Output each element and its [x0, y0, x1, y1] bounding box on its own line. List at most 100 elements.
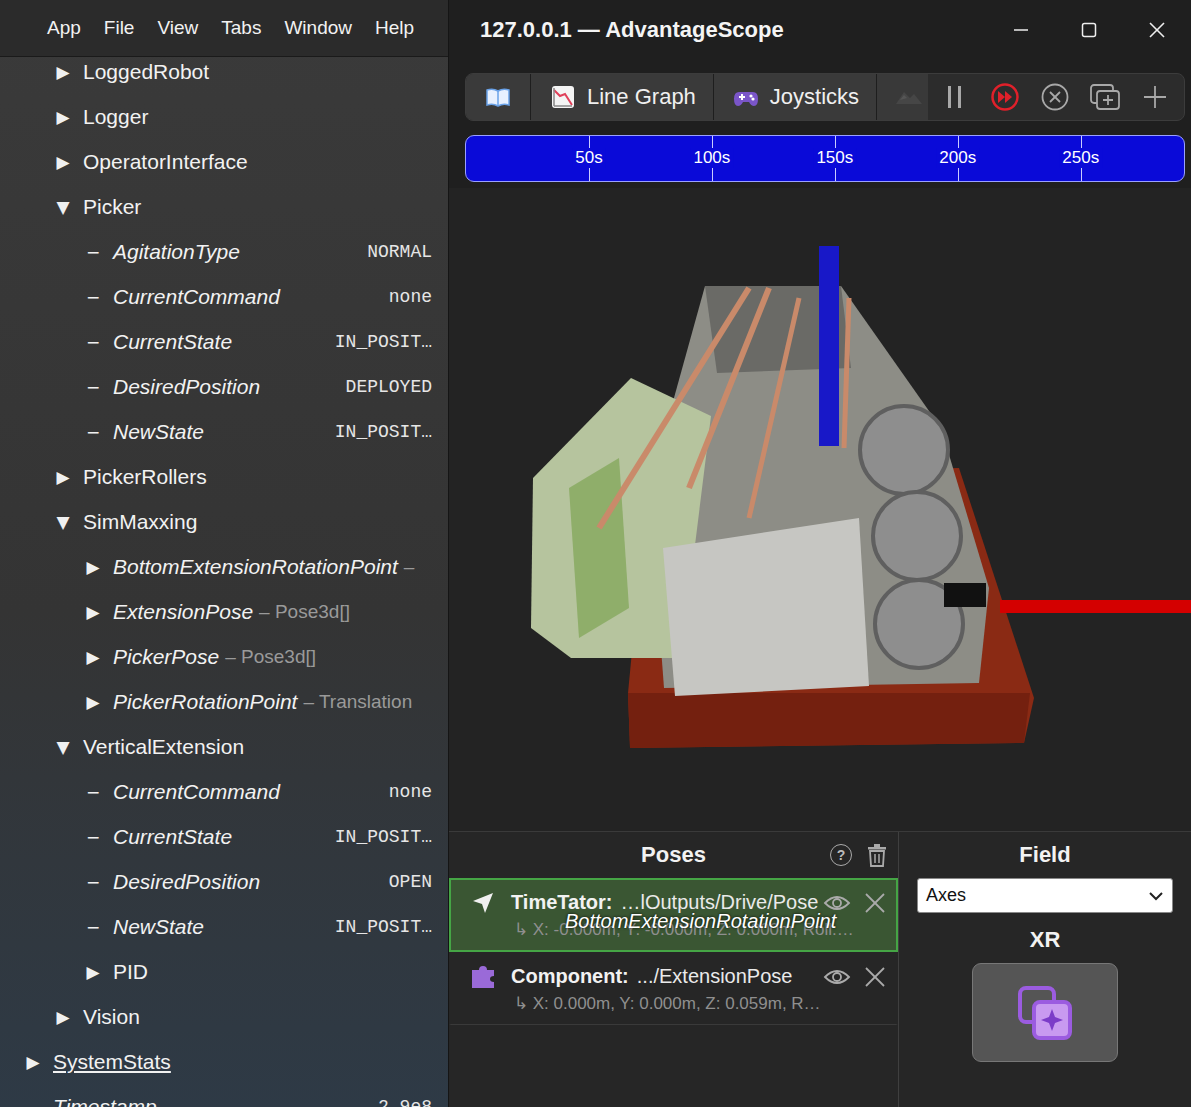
field-marker[interactable]: −	[80, 917, 106, 937]
xr-button[interactable]	[972, 963, 1118, 1062]
expand-toggle[interactable]: ▶	[50, 1007, 76, 1027]
tree-row[interactable]: −NewStateIN_POSIT…	[0, 904, 448, 949]
pose-row[interactable]: Component:.../ExtensionPose↳ X: 0.000m, …	[449, 952, 898, 1025]
tree-row[interactable]: ▶ PickerRollers	[0, 454, 448, 499]
tree-row[interactable]: −CurrentStateIN_POSIT…	[0, 319, 448, 364]
expand-toggle[interactable]: ▶	[80, 602, 106, 622]
field-marker[interactable]: −	[80, 827, 106, 847]
close-icon[interactable]	[1034, 77, 1076, 117]
expand-toggle[interactable]: ▶	[50, 107, 76, 127]
field-marker[interactable]: −	[80, 872, 106, 892]
expand-toggle[interactable]: ▶	[50, 467, 76, 487]
tree-row[interactable]: ▶ PID	[0, 949, 448, 994]
menu-item[interactable]: Tabs	[221, 17, 261, 39]
trash-icon[interactable]	[866, 843, 888, 867]
tree-row[interactable]: ▶ SystemStats	[0, 1039, 448, 1084]
tree-row[interactable]: ▼VerticalExtension	[0, 724, 448, 769]
tree-row[interactable]: ▶PickerPose– Pose3d[]	[0, 634, 448, 679]
tree-row[interactable]: −DesiredPosition DEPLOYED	[0, 364, 448, 409]
tree-row[interactable]: ▼SimMaxxing	[0, 499, 448, 544]
expand-toggle[interactable]: ▶	[80, 962, 106, 982]
menu-item[interactable]: View	[157, 17, 198, 39]
field-marker[interactable]: −	[80, 332, 106, 352]
remove-icon[interactable]	[860, 891, 890, 915]
timeline[interactable]: 50s100s150s200s250s	[465, 135, 1185, 182]
expand-toggle[interactable]: ▼	[50, 197, 76, 217]
tree-row[interactable]: −NewStateIN_POSIT…	[0, 409, 448, 454]
tree-label: ExtensionPose	[113, 600, 253, 624]
field-select[interactable]: Axes	[917, 878, 1173, 913]
tree-label: NewState	[113, 420, 204, 444]
tab[interactable]: Joysticks	[714, 74, 877, 120]
tree-label: PID	[113, 960, 148, 984]
tree-row[interactable]: −Timestamp2.9e8	[0, 1084, 448, 1107]
field-value: DEPLOYED	[336, 377, 432, 397]
close-window-icon[interactable]	[1123, 0, 1191, 60]
pose-line: Component:.../ExtensionPose	[469, 965, 890, 989]
menu-item[interactable]: App	[47, 17, 81, 39]
field-marker[interactable]: −	[80, 422, 106, 442]
maximize-icon[interactable]	[1055, 0, 1123, 60]
field-marker[interactable]: −	[80, 377, 106, 397]
tick-label: 200s	[936, 148, 979, 168]
tree-row[interactable]: ▶PickerRotationPoint– Translation	[0, 679, 448, 724]
field-value: OPEN	[379, 872, 432, 892]
live-icon[interactable]	[984, 77, 1026, 117]
child-arrow: ↳	[514, 994, 528, 1013]
minimize-icon[interactable]	[987, 0, 1055, 60]
tree-label: CurrentCommand	[113, 780, 280, 804]
expand-toggle[interactable]: ▶	[80, 647, 106, 667]
tree-row[interactable]: −CurrentCommandnone	[0, 274, 448, 319]
pose-source: .../ExtensionPose	[637, 965, 814, 988]
tree-row[interactable]: −AgitationType NORMAL	[0, 229, 448, 274]
field-value: NORMAL	[357, 242, 432, 262]
add-icon[interactable]	[1134, 77, 1176, 117]
tree-label: SystemStats	[53, 1050, 171, 1074]
help-icon[interactable]: ?	[830, 844, 852, 866]
tab[interactable]: Line Graph	[531, 74, 714, 120]
remove-icon[interactable]	[860, 965, 890, 989]
pause-icon[interactable]	[934, 77, 976, 117]
tree-row[interactable]: −CurrentStateIN_POSIT…	[0, 814, 448, 859]
tree-row[interactable]: ▶ExtensionPose– Pose3d[]	[0, 589, 448, 634]
expand-toggle[interactable]: ▶	[50, 152, 76, 172]
tree-row[interactable]: ▶Vision	[0, 994, 448, 1039]
3d-field-view[interactable]	[449, 188, 1191, 831]
expand-toggle[interactable]: ▼	[50, 737, 76, 757]
controls-panel: Poses?TimeTator:…lOutputs/Drive/Pose↳ X:…	[449, 831, 1191, 1107]
tree-label: PickerRotationPoint	[113, 690, 297, 714]
expand-toggle[interactable]: ▶	[20, 1052, 46, 1072]
tab[interactable]	[877, 74, 928, 120]
expand-toggle[interactable]: ▼	[50, 512, 76, 532]
tree-row[interactable]: ▶LoggedRobot	[0, 57, 448, 94]
tree-label: PickerRollers	[83, 465, 207, 489]
tree-label: Timestamp	[53, 1095, 157, 1107]
tree-label: DesiredPosition	[113, 375, 260, 399]
menu-bar: App File View Tabs Window Help	[0, 0, 448, 57]
tick-label: 250s	[1059, 148, 1102, 168]
menu-item[interactable]: Help	[375, 17, 414, 39]
tree-row[interactable]: ▼Picker	[0, 184, 448, 229]
tab[interactable]	[466, 74, 531, 120]
puzzle-icon	[469, 965, 497, 989]
log-tree: ▶LoggedRobot▶Logger▶OperatorInterface▼Pi…	[0, 57, 448, 1107]
eye-icon[interactable]	[822, 966, 852, 988]
pose-row[interactable]: TimeTator:…lOutputs/Drive/Pose↳ X: -0.00…	[449, 878, 898, 952]
expand-toggle[interactable]: ▶	[80, 557, 106, 577]
tree-row[interactable]: −DesiredPositionOPEN	[0, 859, 448, 904]
expand-toggle[interactable]: ▶	[50, 62, 76, 82]
field-marker[interactable]: −	[80, 782, 106, 802]
tree-row[interactable]: ▶BottomExtensionRotationPoint–	[0, 544, 448, 589]
tree-row[interactable]: ▶Logger	[0, 94, 448, 139]
tree-row[interactable]: −CurrentCommandnone	[0, 769, 448, 814]
expand-toggle[interactable]: ▶	[80, 692, 106, 712]
menu-item[interactable]: File	[104, 17, 135, 39]
tree-label: AgitationType	[113, 240, 240, 264]
menu-item[interactable]: Window	[284, 17, 352, 39]
popup-icon[interactable]	[1084, 77, 1126, 117]
field-marker[interactable]: −	[20, 1097, 46, 1107]
tick-label: 100s	[690, 148, 733, 168]
tree-row[interactable]: ▶OperatorInterface	[0, 139, 448, 184]
field-marker[interactable]: −	[80, 287, 106, 307]
field-marker[interactable]: −	[80, 242, 106, 262]
